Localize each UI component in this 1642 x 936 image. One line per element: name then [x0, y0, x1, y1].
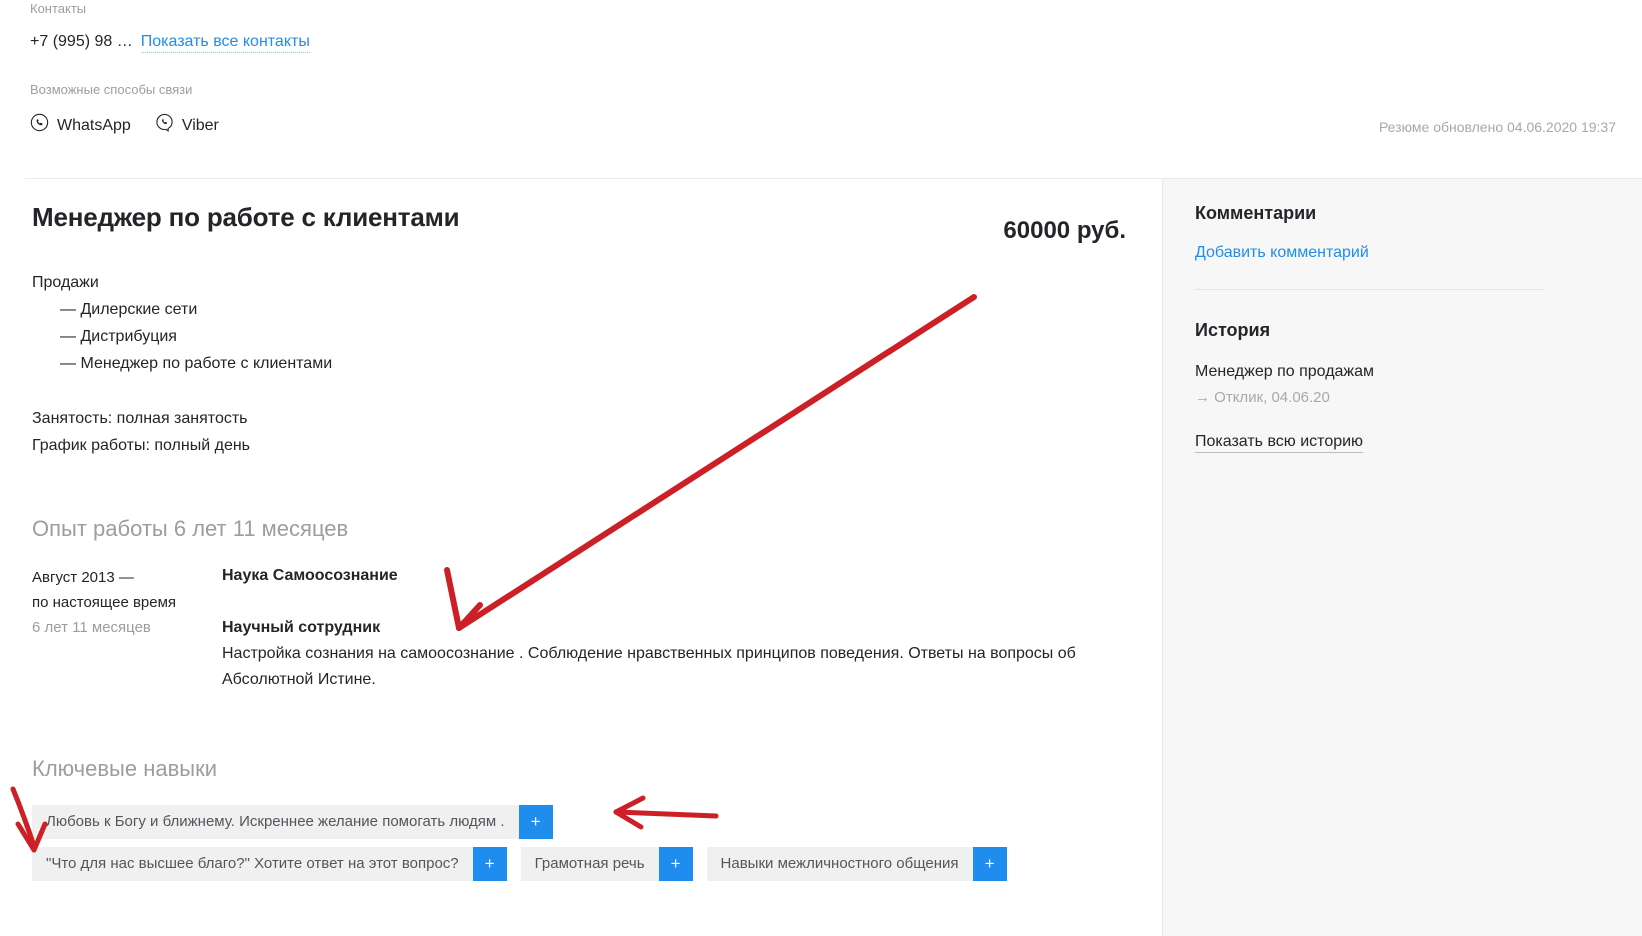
- add-skill-button[interactable]: +: [518, 805, 553, 839]
- contacts-block: Контакты +7 (995) 98 … Показать все конт…: [30, 0, 730, 138]
- salary-value: 60000 руб.: [1003, 217, 1126, 244]
- skill-tag[interactable]: Грамотная речь +: [520, 847, 693, 881]
- messenger-whatsapp: WhatsApp: [30, 113, 131, 138]
- history-item-status: → Отклик, 04.06.20: [1195, 389, 1330, 406]
- add-comment-link[interactable]: Добавить комментарий: [1195, 243, 1369, 263]
- messenger-viber: Viber: [155, 113, 219, 138]
- add-skill-button[interactable]: +: [972, 847, 1007, 881]
- messenger-label: Viber: [181, 116, 219, 134]
- schedule-line: График работы: полный день: [32, 437, 251, 454]
- experience-body: Наука Самоосознание Научный сотрудник На…: [222, 565, 1132, 693]
- description-bullet: — Менеджер по работе с клиентами: [60, 355, 333, 372]
- add-skill-button[interactable]: +: [472, 847, 507, 881]
- resume-main-column: Менеджер по работе с клиентами 60000 руб…: [0, 179, 1162, 936]
- employment-line: Занятость: полная занятость: [32, 410, 248, 427]
- experience-period: Август 2013 — по настоящее время 6 лет 1…: [32, 565, 222, 693]
- description-heading: Продажи: [32, 274, 99, 291]
- phone-row: +7 (995) 98 … Показать все контакты: [30, 32, 730, 53]
- skill-tag[interactable]: Навыки межличностного общения +: [706, 847, 1007, 881]
- resume-description: Продажи — Дилерские сети — Дистрибуция —…: [32, 269, 1132, 377]
- skill-tag-label: Любовь к Богу и ближнему. Искреннее жела…: [46, 813, 505, 830]
- experience-section-title: Опыт работы 6 лет 11 месяцев: [32, 516, 349, 541]
- resume-terms: Занятость: полная занятость График работ…: [32, 405, 1132, 459]
- skill-row: "Что для нас высшее благо?" Хотите ответ…: [32, 847, 1132, 881]
- skill-row: Любовь к Богу и ближнему. Искреннее жела…: [32, 805, 1132, 839]
- skill-tag-label: Навыки межличностного общения: [720, 855, 959, 872]
- messenger-list: WhatsApp Viber: [30, 113, 730, 138]
- phone-value: +7 (995) 98 …: [30, 33, 133, 50]
- messenger-label: WhatsApp: [57, 116, 131, 134]
- experience-position: Научный сотрудник: [222, 619, 381, 636]
- history-item: Менеджер по продажам → Отклик, 04.06.20: [1195, 360, 1642, 410]
- page-title: Менеджер по работе с клиентами: [32, 202, 460, 232]
- description-bullet: — Дистрибуция: [60, 328, 177, 345]
- show-all-contacts-link[interactable]: Показать все контакты: [140, 32, 310, 53]
- show-all-history-link[interactable]: Показать всю историю: [1195, 432, 1364, 453]
- resume-sidebar: Комментарии Добавить комментарий История…: [1162, 179, 1642, 936]
- experience-description: Настройка сознания на самоосознание . Со…: [222, 645, 1076, 688]
- skill-tag[interactable]: "Что для нас высшее благо?" Хотите ответ…: [32, 847, 507, 881]
- experience-period-to: по настоящее время: [32, 594, 177, 611]
- skill-tag[interactable]: Любовь к Богу и ближнему. Искреннее жела…: [32, 805, 553, 839]
- history-block: История Менеджер по продажам → Отклик, 0…: [1195, 318, 1642, 453]
- key-skills-section: Ключевые навыки Любовь к Богу и ближнему…: [32, 755, 1132, 881]
- experience-duration: 6 лет 11 месяцев: [32, 619, 151, 636]
- comments-title: Комментарии: [1195, 203, 1317, 223]
- whatsapp-icon: [30, 113, 49, 138]
- history-item-title: Менеджер по продажам: [1195, 363, 1375, 380]
- experience-company: Наука Самоосознание: [222, 567, 398, 584]
- experience-section: Опыт работы 6 лет 11 месяцев Август 2013…: [32, 515, 1132, 693]
- resume-updated-stamp: Резюме обновлено 04.06.2020 19:37: [1378, 119, 1616, 135]
- resume-header: Менеджер по работе с клиентами 60000 руб…: [32, 201, 1132, 245]
- experience-item: Август 2013 — по настоящее время 6 лет 1…: [32, 565, 1132, 693]
- skill-tag-label: "Что для нас высшее благо?" Хотите ответ…: [46, 855, 459, 872]
- sidebar-divider: [1195, 289, 1544, 290]
- resume-page: Контакты +7 (995) 98 … Показать все конт…: [0, 0, 1642, 936]
- key-skills-title: Ключевые навыки: [32, 756, 218, 781]
- history-title: История: [1195, 320, 1271, 340]
- key-skills-list: Любовь к Богу и ближнему. Искреннее жела…: [32, 805, 1132, 881]
- skill-tag-label: Грамотная речь: [534, 855, 645, 872]
- experience-period-from: Август 2013 —: [32, 569, 134, 586]
- add-skill-button[interactable]: +: [658, 847, 693, 881]
- contact-ways-label: Возможные способы связи: [30, 82, 193, 97]
- description-bullet: — Дилерские сети: [60, 301, 198, 318]
- viber-icon: [155, 113, 174, 138]
- contacts-label: Контакты: [30, 1, 87, 16]
